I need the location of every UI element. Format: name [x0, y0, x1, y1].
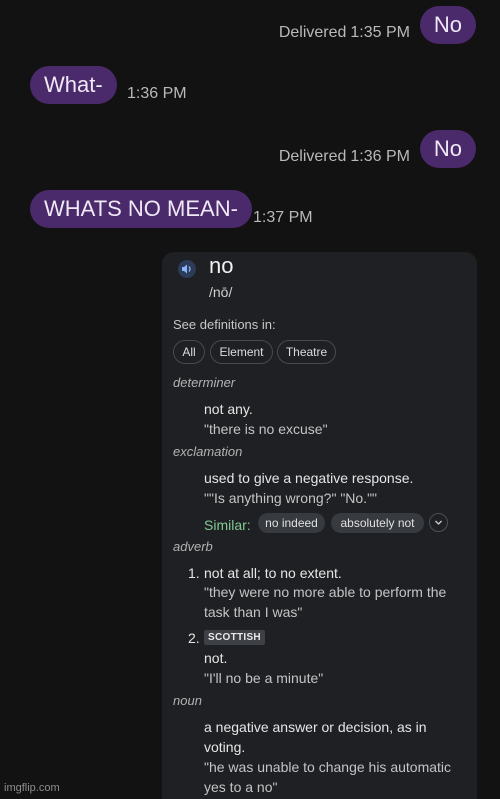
message-row-sent: Delivered 1:36 PM No [0, 127, 500, 171]
part-of-speech-noun: noun [173, 693, 202, 708]
definition: not at all; to no extent. [204, 565, 342, 581]
phonetic: /nō/ [209, 284, 233, 300]
sent-message-bubble[interactable]: No [419, 130, 476, 168]
message-time: 1:36 PM [350, 148, 410, 165]
chip-all[interactable]: All [173, 340, 205, 364]
similar-label: Similar: [204, 517, 251, 533]
chip-theatre[interactable]: Theatre [277, 340, 336, 364]
message-meta: Delivered 1:35 PM [279, 24, 410, 42]
example: "there is no excuse" [204, 421, 328, 437]
similar-chip[interactable]: no indeed [258, 513, 325, 533]
part-of-speech-exclamation: exclamation [173, 444, 243, 459]
watermark: imgflip.com [4, 782, 60, 794]
message-row-received: What- 1:36 PM [0, 63, 500, 107]
message-time: 1:35 PM [350, 24, 410, 41]
chip-element[interactable]: Element [210, 340, 273, 364]
similar-chip[interactable]: absolutely not [331, 513, 424, 533]
dictionary-card: no /nō/ See definitions in: All Element … [162, 252, 477, 799]
speaker-icon[interactable] [178, 260, 196, 278]
sense-number: 1. [188, 565, 200, 581]
see-definitions-label: See definitions in: [173, 317, 276, 332]
example: task than I was" [204, 604, 303, 620]
example: "he was unable to change his automatic [204, 759, 452, 775]
definition: used to give a negative response. [204, 470, 414, 486]
message-row-received: WHATS NO MEAN- 1:37 PM [0, 187, 500, 231]
part-of-speech-adverb: adverb [173, 539, 213, 554]
delivery-status: Delivered [278, 24, 347, 41]
definition: not. [204, 650, 228, 666]
message-meta: Delivered 1:36 PM [279, 148, 410, 166]
message-row-sent: Delivered 1:35 PM No [0, 3, 500, 47]
dictionary-word: no [209, 253, 234, 278]
definition: a negative answer or decision, as in [204, 719, 427, 735]
region-tag: SCOTTISH [204, 630, 265, 645]
chevron-down-icon[interactable] [429, 513, 448, 532]
sent-message-bubble[interactable]: No [419, 6, 476, 44]
example: "they were no more able to perform the [204, 584, 447, 600]
delivery-status: Delivered [278, 148, 347, 165]
message-time: 1:36 PM [127, 85, 187, 102]
message-time: 1:37 PM [253, 209, 313, 226]
part-of-speech-determiner: determiner [173, 375, 236, 390]
received-message-bubble[interactable]: WHATS NO MEAN- [30, 190, 252, 228]
example: yes to a no" [204, 779, 278, 795]
example: ""Is anything wrong?" "No."" [204, 490, 378, 506]
definition: voting. [204, 739, 246, 755]
definition: not any. [204, 401, 253, 417]
received-message-bubble[interactable]: What- [30, 66, 117, 104]
sense-number: 2. [188, 630, 200, 646]
example: "I'll no be a minute" [204, 670, 324, 686]
